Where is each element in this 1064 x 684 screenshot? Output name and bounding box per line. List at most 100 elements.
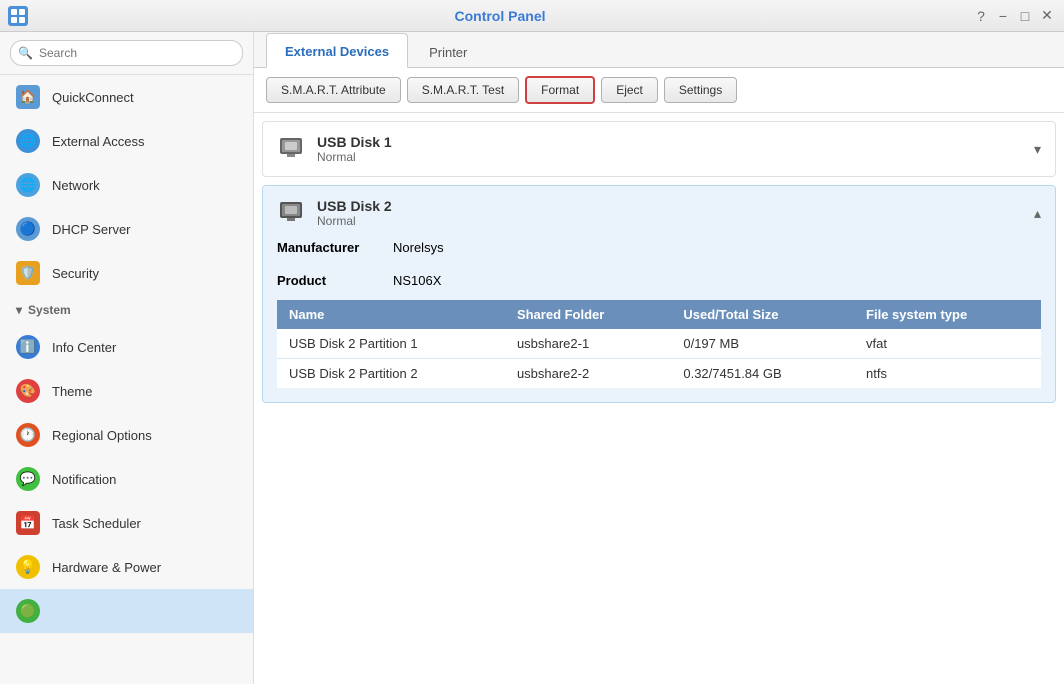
sidebar-item-label: Notification (52, 472, 116, 487)
sidebar-item-hwpower[interactable]: 💡 Hardware & Power (0, 545, 253, 589)
minimize-button[interactable]: − (994, 7, 1012, 25)
sidebar-item-label: Network (52, 178, 100, 193)
search-input[interactable] (10, 40, 243, 66)
maximize-button[interactable]: □ (1016, 7, 1034, 25)
search-icon: 🔍 (18, 46, 33, 60)
partition-shared-folder: usbshare2-2 (505, 359, 671, 389)
partition-name: USB Disk 2 Partition 2 (277, 359, 505, 389)
disk-name-1: USB Disk 1 (317, 134, 392, 150)
col-header-shared: Shared Folder (505, 300, 671, 329)
settings-button[interactable]: Settings (664, 77, 737, 103)
partition-size: 0/197 MB (671, 329, 854, 359)
sidebar-item-label: External Access (52, 134, 145, 149)
table-row: USB Disk 2 Partition 2 usbshare2-2 0.32/… (277, 359, 1041, 389)
sidebar-item-dhcp[interactable]: 🔵 DHCP Server (0, 207, 253, 251)
section-label: System (28, 303, 71, 317)
sidebar-item-theme[interactable]: 🎨 Theme (0, 369, 253, 413)
disk-meta-product: Product NS106X (277, 273, 1041, 288)
sidebar-item-label: QuickConnect (52, 90, 134, 105)
infocenter-icon: ℹ️ (16, 335, 40, 359)
sidebar-item-security[interactable]: 🛡️ Security (0, 251, 253, 295)
sidebar-item-green[interactable]: 🟢 (0, 589, 253, 633)
content-area: External Devices Printer S.M.A.R.T. Attr… (254, 32, 1064, 684)
sidebar-item-regional[interactable]: 🕐 Regional Options (0, 413, 253, 457)
window-title: Control Panel (28, 8, 972, 24)
partition-size: 0.32/7451.84 GB (671, 359, 854, 389)
sidebar-item-infocenter[interactable]: ℹ️ Info Center (0, 325, 253, 369)
manufacturer-label: Manufacturer (277, 240, 377, 255)
external-access-icon: 🌐 (16, 129, 40, 153)
collapse-icon: ▾ (16, 303, 22, 317)
help-button[interactable]: ? (972, 7, 990, 25)
disk-item-usb1: USB Disk 1 Normal ▾ (262, 121, 1056, 177)
search-wrapper: 🔍 (10, 40, 243, 66)
tabs-bar: External Devices Printer (254, 32, 1064, 68)
taskscheduler-icon: 📅 (16, 511, 40, 535)
tab-printer[interactable]: Printer (410, 34, 486, 68)
disk-item-usb2: USB Disk 2 Normal ▴ Manufacturer Norelsy… (262, 185, 1056, 403)
window-controls: ? − □ ✕ (972, 7, 1056, 25)
col-header-size: Used/Total Size (671, 300, 854, 329)
sidebar-item-label: Theme (52, 384, 92, 399)
disk-info-2: USB Disk 2 Normal (317, 198, 392, 228)
eject-button[interactable]: Eject (601, 77, 658, 103)
main-layout: 🔍 🏠 QuickConnect 🌐 External Access 🌐 Net… (0, 32, 1064, 684)
smart-test-button[interactable]: S.M.A.R.T. Test (407, 77, 519, 103)
disk-status-1: Normal (317, 150, 392, 164)
app-icon (8, 6, 28, 26)
sidebar-item-label: Info Center (52, 340, 116, 355)
sidebar-item-label: DHCP Server (52, 222, 131, 237)
disk-name-2: USB Disk 2 (317, 198, 392, 214)
sidebar-item-label: Hardware & Power (52, 560, 161, 575)
regional-icon: 🕐 (16, 423, 40, 447)
theme-icon: 🎨 (16, 379, 40, 403)
disk-header-usb1[interactable]: USB Disk 1 Normal ▾ (263, 122, 1055, 176)
sidebar-search-area: 🔍 (0, 32, 253, 75)
disk-details-usb2: Manufacturer Norelsys Product NS106X Nam… (263, 240, 1055, 402)
sidebar-item-notification[interactable]: 💬 Notification (0, 457, 253, 501)
disk-status-2: Normal (317, 214, 392, 228)
smart-attribute-button[interactable]: S.M.A.R.T. Attribute (266, 77, 401, 103)
disk-expand-icon-1: ▾ (1034, 141, 1041, 158)
titlebar-left (8, 6, 28, 26)
product-value: NS106X (393, 273, 441, 288)
partition-fstype: vfat (854, 329, 1041, 359)
home-icon: 🏠 (16, 85, 40, 109)
green-icon: 🟢 (16, 599, 40, 623)
sidebar-item-label: Regional Options (52, 428, 152, 443)
partition-name: USB Disk 2 Partition 1 (277, 329, 505, 359)
sidebar-item-taskscheduler[interactable]: 📅 Task Scheduler (0, 501, 253, 545)
hwpower-icon: 💡 (16, 555, 40, 579)
partition-shared-folder: usbshare2-1 (505, 329, 671, 359)
close-button[interactable]: ✕ (1038, 7, 1056, 25)
partitions-table: Name Shared Folder Used/Total Size File … (277, 300, 1041, 388)
sidebar-item-label: Task Scheduler (52, 516, 141, 531)
network-icon: 🌐 (16, 173, 40, 197)
disk-info: USB Disk 1 Normal (317, 134, 392, 164)
partition-fstype: ntfs (854, 359, 1041, 389)
notification-icon: 💬 (16, 467, 40, 491)
sidebar-item-label: Security (52, 266, 99, 281)
usb-disk-icon-2 (277, 196, 305, 230)
table-row: USB Disk 2 Partition 1 usbshare2-1 0/197… (277, 329, 1041, 359)
col-header-name: Name (277, 300, 505, 329)
format-button[interactable]: Format (525, 76, 595, 104)
sidebar: 🔍 🏠 QuickConnect 🌐 External Access 🌐 Net… (0, 32, 254, 684)
titlebar: Control Panel ? − □ ✕ (0, 0, 1064, 32)
security-icon: 🛡️ (16, 261, 40, 285)
sidebar-item-external-access[interactable]: 🌐 External Access (0, 119, 253, 163)
disk-expand-icon-2: ▴ (1034, 205, 1041, 222)
col-header-fstype: File system type (854, 300, 1041, 329)
dhcp-icon: 🔵 (16, 217, 40, 241)
usb-disk-icon (277, 132, 305, 166)
disk-meta: Manufacturer Norelsys (277, 240, 1041, 261)
product-label: Product (277, 273, 377, 288)
toolbar: S.M.A.R.T. Attribute S.M.A.R.T. Test For… (254, 68, 1064, 113)
disk-header-usb2[interactable]: USB Disk 2 Normal ▴ (263, 186, 1055, 240)
sidebar-item-quickconnect[interactable]: 🏠 QuickConnect (0, 75, 253, 119)
system-section-header[interactable]: ▾ System (0, 295, 253, 325)
manufacturer-value: Norelsys (393, 240, 444, 255)
tab-external-devices[interactable]: External Devices (266, 33, 408, 68)
sidebar-item-network[interactable]: 🌐 Network (0, 163, 253, 207)
disk-meta-manufacturer: Manufacturer Norelsys (277, 240, 444, 255)
